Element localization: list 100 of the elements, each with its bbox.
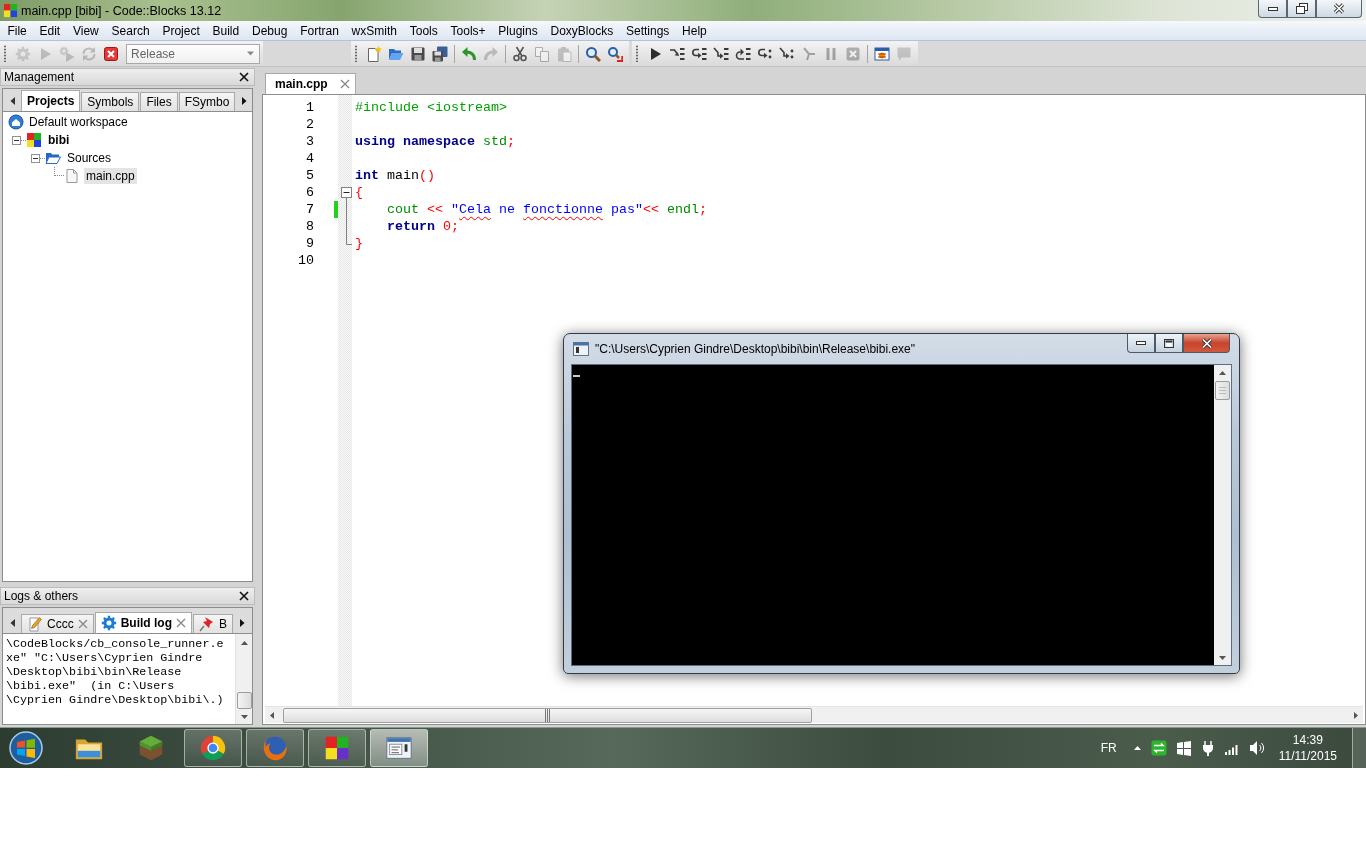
fold-end-line [346, 235, 352, 245]
editor-tab[interactable]: main.cpp [265, 73, 356, 94]
undo-icon [461, 45, 477, 62]
minimize-icon [1267, 6, 1278, 11]
pin-icon [199, 616, 215, 632]
menu-item[interactable]: Tools+ [444, 23, 492, 38]
menu-item[interactable]: Plugins [491, 23, 545, 38]
minus-box-icon[interactable] [31, 153, 40, 163]
clock[interactable]: 14:39 11/11/2015 [1278, 732, 1337, 764]
language-indicator[interactable]: FR [1100, 741, 1117, 755]
scrollbar-thumb[interactable] [236, 692, 252, 709]
menu-item[interactable]: Help [675, 23, 714, 38]
panel-tab[interactable]: Symbols [81, 92, 140, 111]
search-icon [585, 45, 601, 62]
clipboard-icon [556, 45, 572, 62]
taskbar-button[interactable] [308, 729, 366, 767]
circular-arrows-icon [81, 45, 97, 62]
menu-item[interactable]: View [66, 23, 106, 38]
line-number: 5 [306, 167, 314, 184]
minus-box-icon[interactable] [12, 135, 21, 145]
forked-arrow-icon [801, 45, 817, 62]
file-icon [64, 168, 80, 184]
window-title: main.cpp [bibi] - Code::Blocks 13.12 [21, 3, 222, 18]
menu-item[interactable]: Fortran [293, 23, 346, 38]
flag-orb-icon [8, 730, 44, 766]
menu-item[interactable]: Tools [403, 23, 445, 38]
scroll-right-icon[interactable] [240, 96, 249, 106]
menu-item[interactable]: File [1, 23, 34, 38]
pages-icon [534, 45, 550, 62]
window-bug-icon [874, 45, 890, 62]
tree-item[interactable]: Sources [65, 150, 114, 166]
panel-tab[interactable]: Projects [21, 90, 81, 111]
menu-item[interactable]: DoxyBlocks [544, 23, 620, 38]
scroll-up-icon[interactable] [239, 640, 249, 646]
scroll-up-icon[interactable] [1218, 370, 1227, 376]
menu-item[interactable]: Search [105, 23, 156, 38]
taskbar-button[interactable] [184, 729, 242, 767]
show-desktop-button[interactable] [1352, 728, 1366, 768]
scrollbar-thumb[interactable] [1215, 381, 1230, 400]
taskbar-button[interactable] [370, 729, 428, 767]
minimize-icon [1136, 341, 1146, 345]
four-squares-icon [26, 132, 42, 148]
arrows-square-icon[interactable] [1150, 740, 1167, 756]
folder-icon [45, 150, 61, 166]
menu-item[interactable]: Edit [33, 23, 67, 38]
curved-arrow-lines-icon [691, 45, 707, 62]
vertical-scrollbar[interactable] [1214, 365, 1231, 665]
line-number: 1 [306, 99, 314, 116]
tree-item[interactable]: Default workspace [27, 114, 130, 130]
code-line: } [355, 235, 363, 252]
panel-tab[interactable]: Build log [94, 612, 192, 633]
restore-icon [1295, 3, 1308, 14]
scroll-right-icon[interactable] [1353, 710, 1359, 720]
plug-icon[interactable] [1200, 740, 1215, 756]
minimize-button[interactable] [1258, 0, 1287, 18]
scrollbar-thumb[interactable] [283, 707, 812, 723]
scroll-left-icon[interactable] [269, 710, 275, 720]
text-cursor [573, 375, 580, 377]
speaker-icon[interactable] [1248, 740, 1265, 756]
maximize-button[interactable] [1155, 334, 1183, 353]
menu-item[interactable]: wxSmith [345, 23, 404, 38]
line-number: 4 [306, 150, 314, 167]
four-panes-icon[interactable] [1175, 740, 1192, 756]
code-line: using namespace std; [355, 133, 515, 150]
scissors-icon [512, 45, 528, 62]
restore-button[interactable] [1287, 0, 1316, 18]
taskbar-button[interactable] [246, 729, 304, 767]
close-icon[interactable] [239, 591, 249, 601]
x-square-icon [103, 45, 119, 62]
code-line: cout << "Cela ne fonctionne pas"<< endl; [386, 201, 707, 218]
scroll-left-icon[interactable] [9, 96, 17, 106]
scroll-down-icon[interactable] [1218, 655, 1227, 661]
panel-tab[interactable]: B [193, 614, 233, 633]
scroll-left-icon[interactable] [9, 618, 17, 628]
panel-tab[interactable]: Cccc [21, 614, 94, 633]
close-icon[interactable] [239, 72, 249, 82]
code-line: #include <iostream> [355, 99, 507, 116]
tree-item[interactable]: main.cpp [84, 168, 137, 184]
console-window-icon [573, 342, 589, 356]
caret-icon[interactable] [1132, 745, 1142, 751]
vertical-scrollbar[interactable] [235, 634, 252, 724]
minus-box-icon[interactable] [341, 184, 352, 201]
menu-item[interactable]: Build [206, 23, 246, 38]
code-line: { [355, 184, 363, 201]
build-target-dropdown[interactable]: Release [126, 43, 260, 64]
menu-item[interactable]: Project [156, 23, 207, 38]
scroll-down-icon[interactable] [239, 714, 249, 720]
arrow-lines-icon [669, 45, 685, 62]
close-button[interactable] [1183, 334, 1230, 353]
console-title: "C:\Users\Cyprien Gindre\Desktop\bibi\bin\Release\bibi.exe" [595, 342, 915, 356]
tree-item[interactable]: bibi [46, 132, 72, 148]
horizontal-scrollbar[interactable] [265, 706, 1363, 723]
panel-tab[interactable]: FSymbo [178, 92, 236, 111]
scroll-right-icon[interactable] [238, 618, 246, 628]
minimize-button[interactable] [1127, 334, 1155, 353]
menu-item[interactable]: Settings [619, 23, 676, 38]
menu-item[interactable]: Debug [245, 23, 294, 38]
panel-tab[interactable]: Files [140, 92, 178, 111]
close-button[interactable] [1316, 0, 1362, 18]
gear-play-icon [59, 45, 75, 62]
